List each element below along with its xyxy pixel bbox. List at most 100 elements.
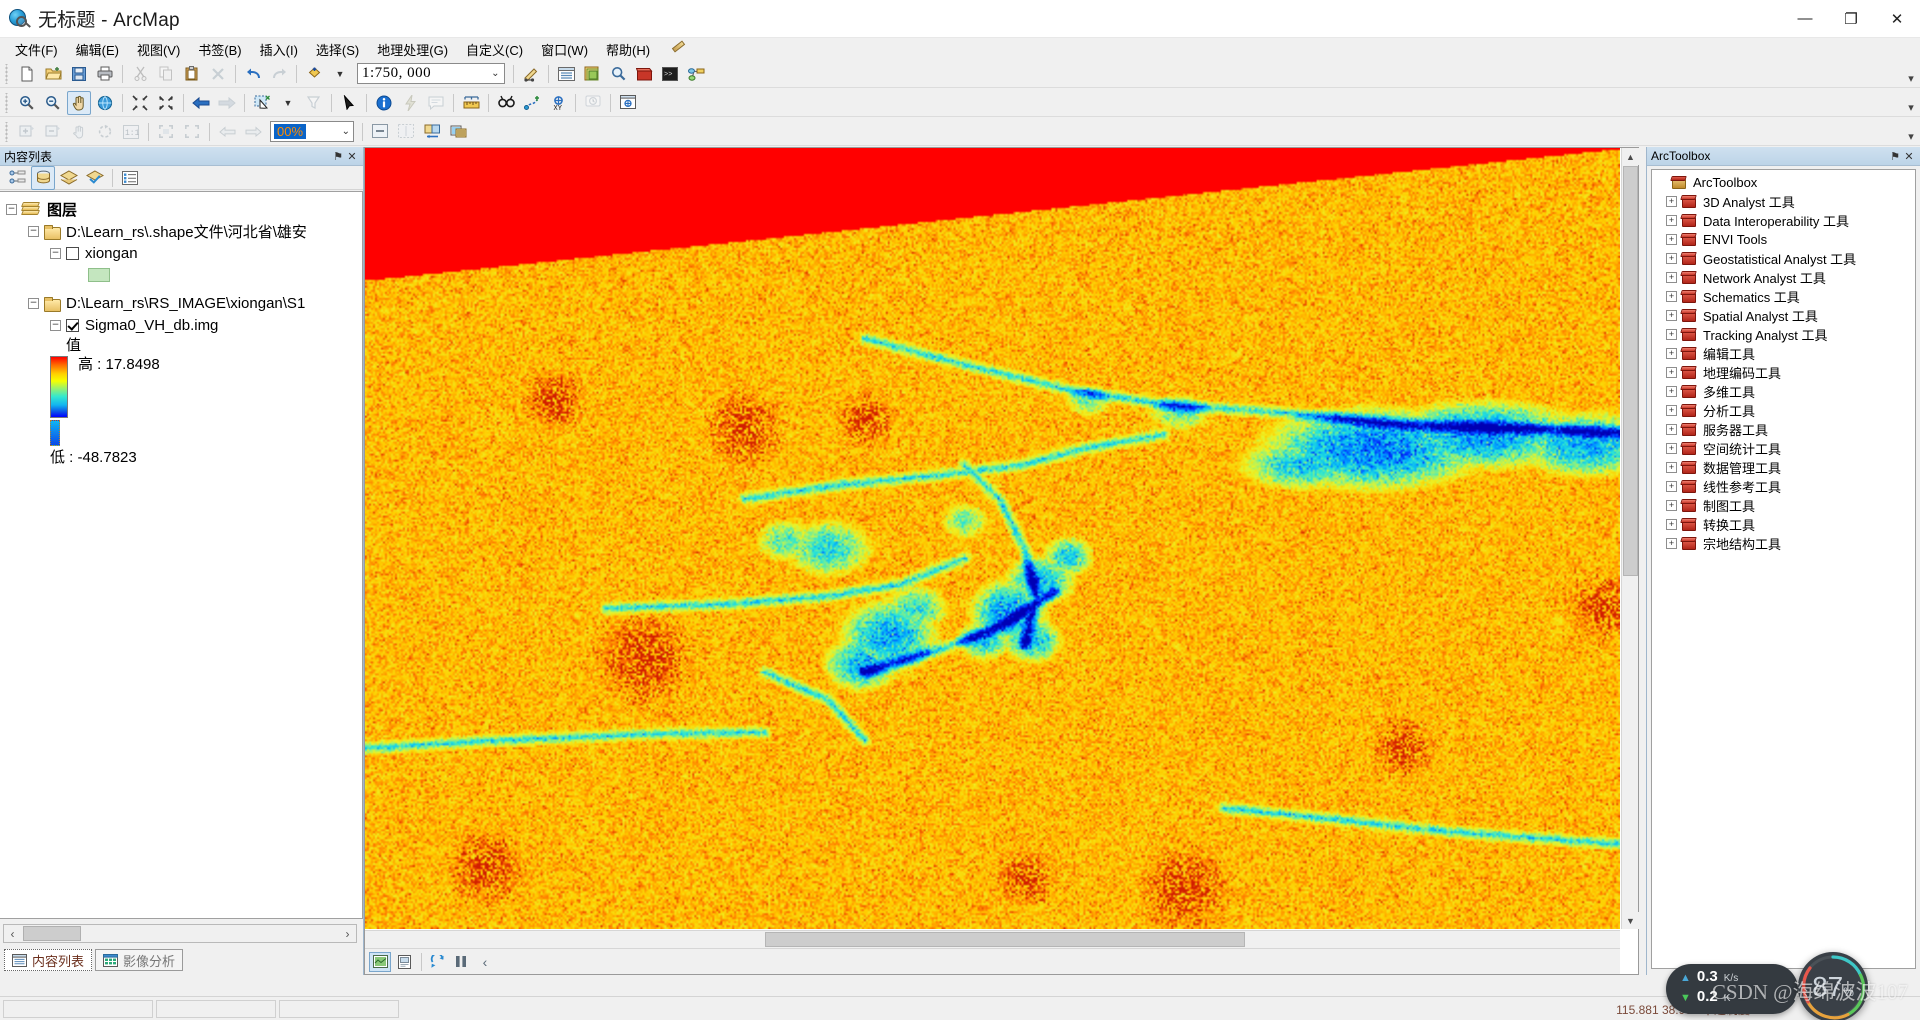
expand-icon[interactable]: + (1666, 500, 1677, 511)
catalog-icon[interactable] (580, 62, 604, 86)
select-elements-icon[interactable] (337, 91, 361, 115)
scroll-left-icon[interactable]: ‹ (4, 925, 21, 942)
toc-group-1[interactable]: − D:\Learn_rs\RS_IMAGE\xiongan\S1 (6, 292, 362, 314)
menu-insert[interactable]: 插入(I) (251, 38, 307, 61)
toc-layer-sigma0[interactable]: − Sigma0_VH_db.img (6, 314, 362, 336)
create-viewer-window-icon[interactable] (616, 91, 640, 115)
arctoolbox-item[interactable]: + Geostatistical Analyst 工具 (1652, 249, 1915, 268)
raster-sar-image[interactable] (365, 148, 1620, 929)
paste-icon[interactable] (180, 62, 204, 86)
arctoolbox-icon[interactable] (632, 62, 656, 86)
redo-icon[interactable] (267, 62, 291, 86)
raster-pan-icon[interactable] (67, 120, 91, 144)
expand-icon[interactable]: + (1666, 253, 1677, 264)
zoom-in-icon[interactable] (15, 91, 39, 115)
list-by-drawing-order-icon[interactable] (5, 166, 29, 190)
toc-tree[interactable]: − 图层 − D:\Learn_rs\.shape文件\河北省\雄安 − xio… (0, 191, 363, 919)
expand-icon[interactable]: + (1666, 272, 1677, 283)
new-document-icon[interactable] (15, 62, 39, 86)
scrollbar-thumb[interactable] (23, 926, 81, 941)
menu-bookmarks[interactable]: 书签(B) (189, 38, 250, 61)
html-popup-icon[interactable] (424, 91, 448, 115)
expand-icon[interactable]: + (1666, 348, 1677, 359)
list-by-visibility-icon[interactable] (57, 166, 81, 190)
go-back-extent-icon[interactable] (189, 91, 213, 115)
print-icon[interactable] (93, 62, 117, 86)
zoom-out-icon[interactable] (41, 91, 65, 115)
scroll-up-icon[interactable]: ▲ (1622, 148, 1639, 165)
add-data-icon[interactable] (302, 62, 326, 86)
toc-layer-xiongan[interactable]: − xiongan (6, 242, 362, 264)
menu-edit[interactable]: 编辑(E) (67, 38, 128, 61)
find-icon[interactable] (494, 91, 518, 115)
toolbar-overflow-button[interactable]: ▾ (1904, 92, 1918, 114)
toolbar-grip[interactable] (4, 63, 11, 84)
arctoolbox-item[interactable]: + 数据管理工具 (1652, 458, 1915, 477)
raster-zoom-in-icon[interactable] (15, 120, 39, 144)
toc-horizontal-scrollbar[interactable]: ‹ › (3, 924, 357, 943)
layer-visibility-checkbox[interactable] (66, 318, 79, 332)
swipe-icon[interactable] (420, 120, 444, 144)
scrollbar-thumb[interactable] (1623, 166, 1638, 576)
image-analysis-icon[interactable] (446, 120, 470, 144)
close-icon[interactable]: ✕ (345, 149, 359, 163)
select-dropdown[interactable]: ▼ (276, 91, 300, 115)
map-canvas[interactable] (365, 148, 1620, 929)
arctoolbox-item[interactable]: + ENVI Tools (1652, 230, 1915, 249)
expand-collapse-icon[interactable]: − (50, 319, 61, 331)
expand-icon[interactable]: + (1666, 481, 1677, 492)
menu-geoprocessing[interactable]: 地理处理(G) (368, 38, 457, 61)
flicker-icon[interactable] (394, 120, 418, 144)
toc-symbol-row-0[interactable] (6, 264, 362, 286)
arctoolbox-item[interactable]: + 服务器工具 (1652, 420, 1915, 439)
raster-rotate-icon[interactable] (93, 120, 117, 144)
refresh-icon[interactable] (426, 952, 448, 972)
editor-toolbar-icon[interactable] (519, 62, 543, 86)
expand-collapse-icon[interactable]: − (28, 297, 39, 309)
layout-view-icon[interactable] (393, 952, 415, 972)
pause-drawing-icon[interactable] (450, 952, 472, 972)
cut-icon[interactable] (128, 62, 152, 86)
go-to-xy-icon[interactable]: XY (546, 91, 570, 115)
add-data-dropdown[interactable]: ▼ (328, 62, 352, 86)
fixed-zoom-in-icon[interactable] (128, 91, 152, 115)
time-slider-icon[interactable] (581, 91, 605, 115)
identify-icon[interactable] (372, 91, 396, 115)
fixed-zoom-out-icon[interactable] (154, 91, 178, 115)
one-to-one-icon[interactable]: 1:1 (119, 120, 143, 144)
expand-icon[interactable]: + (1666, 386, 1677, 397)
arctoolbox-tree[interactable]: ArcToolbox +3D Analyst 工具 + Data Interoper… (1651, 169, 1916, 969)
arctoolbox-item[interactable]: + 编辑工具 (1652, 344, 1915, 363)
map-horizontal-scrollbar[interactable] (365, 930, 1620, 948)
chevron-down-icon[interactable]: ⌄ (491, 68, 500, 79)
expand-icon[interactable]: + (1666, 538, 1677, 549)
arctoolbox-item[interactable]: + 空间统计工具 (1652, 439, 1915, 458)
arctoolbox-item[interactable]: + Spatial Analyst 工具 (1652, 306, 1915, 325)
editor-pencil-icon[interactable] (669, 41, 687, 57)
collapse-icon[interactable]: ‹ (474, 952, 496, 972)
expand-icon[interactable]: + (1666, 462, 1677, 473)
arctoolbox-item[interactable]: +3D Analyst 工具 (1652, 192, 1915, 211)
map-vertical-scrollbar[interactable]: ▲ ▼ (1621, 148, 1639, 929)
menu-selection[interactable]: 选择(S) (307, 38, 368, 61)
close-icon[interactable]: ✕ (1902, 149, 1916, 163)
color-ramp-selected-swatch[interactable] (50, 420, 60, 446)
go-forward-extent-icon[interactable] (215, 91, 239, 115)
menu-view[interactable]: 视图(V) (128, 38, 189, 61)
expand-icon[interactable]: + (1666, 519, 1677, 530)
menu-customize[interactable]: 自定义(C) (457, 38, 532, 61)
toolbar-overflow-button[interactable]: ▾ (1904, 121, 1918, 143)
pan-icon[interactable] (67, 90, 91, 115)
expand-icon[interactable]: + (1666, 367, 1677, 378)
arctoolbox-item[interactable]: + 分析工具 (1652, 401, 1915, 420)
menu-file[interactable]: 文件(F) (6, 38, 67, 61)
options-icon[interactable] (118, 166, 142, 190)
data-view-icon[interactable] (369, 951, 391, 972)
expand-icon[interactable]: + (1666, 196, 1677, 207)
minimize-button[interactable]: — (1782, 0, 1828, 38)
open-folder-icon[interactable] (41, 62, 65, 86)
layer-visibility-checkbox[interactable] (66, 246, 79, 260)
arctoolbox-item[interactable]: + 制图工具 (1652, 496, 1915, 515)
copy-icon[interactable] (154, 62, 178, 86)
scrollbar-thumb[interactable] (765, 932, 1245, 947)
